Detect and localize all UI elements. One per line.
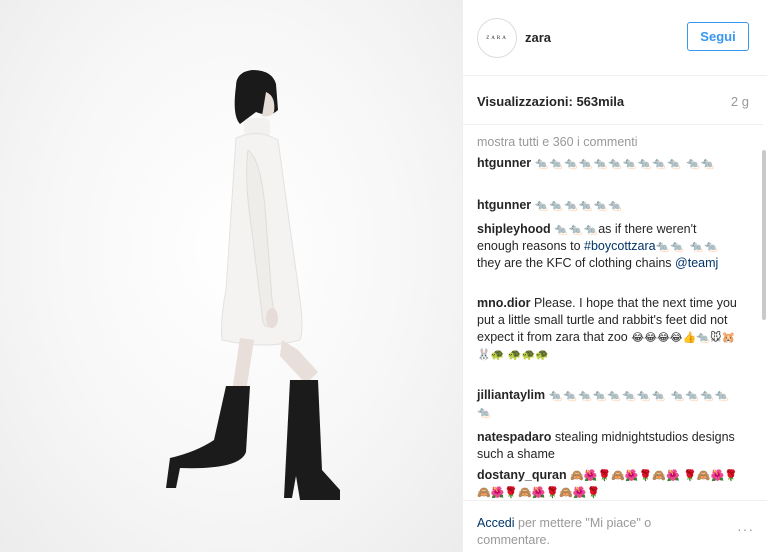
comment-username[interactable]: htgunner <box>477 156 531 170</box>
follow-button[interactable]: Segui <box>687 22 749 51</box>
hashtag-link[interactable]: #boycottzara <box>584 239 656 253</box>
list-item: shipleyhood 🐀🐀🐀as if there weren't enoug… <box>477 221 739 272</box>
avatar-logo-text: ZARA <box>486 35 508 41</box>
login-prompt: Accedi per mettere "Mi piace" o commenta… <box>477 515 697 549</box>
comment-username[interactable]: dostany_quran <box>477 468 567 482</box>
post-panel: ZARA zara Segui Visualizzazioni: 563mila… <box>462 0 767 552</box>
emoji-row: 🐀🐀🐀🐀🐀🐀 <box>534 199 623 212</box>
login-link[interactable]: Accedi <box>477 516 515 530</box>
view-count: Visualizzazioni: 563mila <box>477 94 625 109</box>
comment-text: they are the KFC of clothing chains <box>477 256 676 270</box>
avatar[interactable]: ZARA <box>477 18 517 58</box>
model-figure <box>166 70 340 500</box>
list-item: jilliantaylim 🐀🐀🐀🐀🐀🐀🐀🐀 🐀🐀🐀🐀🐀 <box>477 387 739 421</box>
list-item: htgunner 🐀🐀🐀🐀🐀🐀🐀🐀🐀🐀 🐀🐀 <box>477 155 739 172</box>
comments-scrollbar[interactable] <box>761 124 767 500</box>
show-all-comments-link[interactable]: mostra tutti e 360 i commenti <box>477 135 637 149</box>
emoji-row: 🐀🐀 🐀🐀 <box>655 240 719 253</box>
mention-link[interactable]: @teamj <box>675 256 718 270</box>
post-age[interactable]: 2 g <box>731 94 749 109</box>
list-item: htgunner 🐀🐀🐀🐀🐀🐀 <box>477 197 739 214</box>
post-footer: Accedi per mettere "Mi piace" o commenta… <box>463 500 767 552</box>
more-options-icon[interactable]: ··· <box>737 521 754 537</box>
comment-username[interactable]: jilliantaylim <box>477 388 545 402</box>
comment-username[interactable]: mno.dior <box>477 296 530 310</box>
post-header: ZARA zara Segui <box>463 0 767 76</box>
scrollbar-thumb[interactable] <box>762 150 766 320</box>
post-media[interactable] <box>0 0 462 552</box>
emoji-row: 🐀🐀🐀🐀🐀🐀🐀🐀🐀🐀 🐀🐀 <box>534 157 716 170</box>
comment-username[interactable]: natespadaro <box>477 430 551 444</box>
list-item: natespadaro stealing midnightstudios des… <box>477 429 739 463</box>
list-item: mno.dior Please. I hope that the next ti… <box>477 295 739 363</box>
username[interactable]: zara <box>525 30 551 45</box>
emoji-row: 🐀🐀🐀 <box>554 223 599 236</box>
list-item: dostany_quran 🙈🌺🌹🙈🌺🌹🙈🌺 🌹🙈🌺🌹🙈🌺🌹🙈🌺🌹🙈🌺🌹 <box>477 467 739 500</box>
comments-list[interactable]: mostra tutti e 360 i commenti htgunner 🐀… <box>463 124 763 500</box>
comment-username[interactable]: shipleyhood <box>477 222 551 236</box>
comment-username[interactable]: htgunner <box>477 198 531 212</box>
